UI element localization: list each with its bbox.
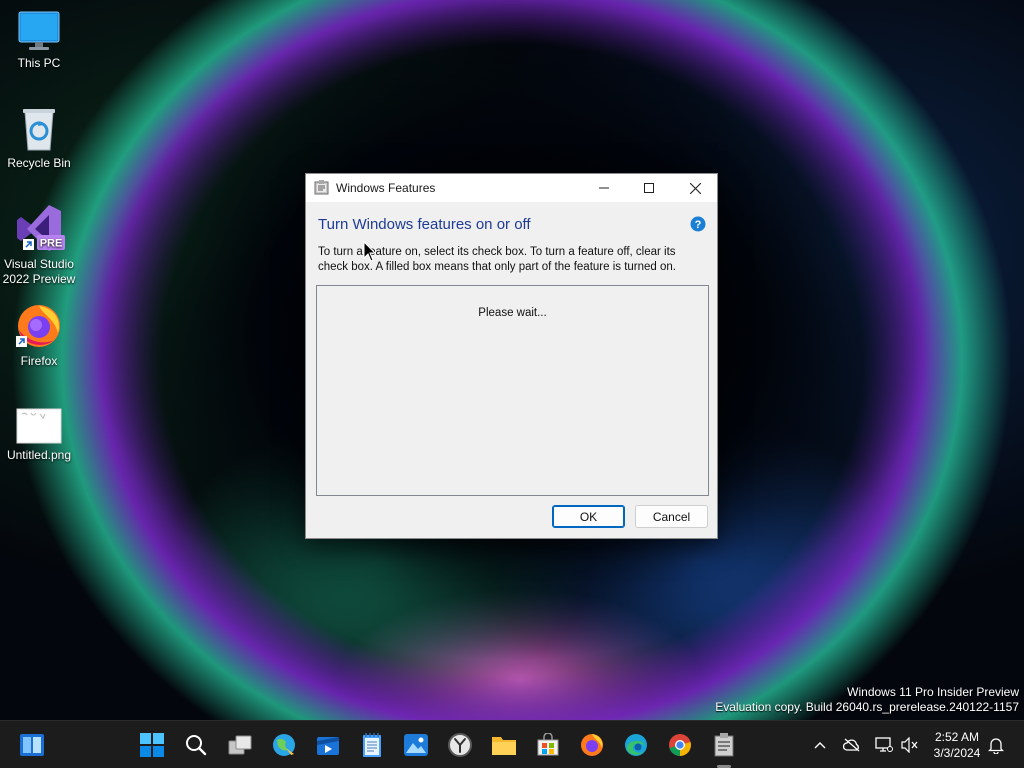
volume-status[interactable]	[900, 735, 920, 755]
dialog-heading: Turn Windows features on or off	[318, 216, 531, 233]
desktop-icon-untitled-png[interactable]: Untitled.png	[0, 408, 78, 463]
network-status[interactable]	[874, 735, 894, 755]
pre-badge: PRE	[40, 238, 63, 250]
taskbar-edge[interactable]	[622, 731, 650, 759]
taskbar-media-app[interactable]	[314, 731, 342, 759]
taskbar-store[interactable]	[534, 731, 562, 759]
ok-button[interactable]: OK	[552, 505, 625, 528]
store-icon	[537, 733, 559, 756]
watermark-line-1: Windows 11 Pro Insider Preview	[847, 685, 1019, 699]
svg-text:?: ?	[695, 219, 702, 231]
volume-muted-icon	[901, 737, 918, 753]
onedrive-status[interactable]	[842, 735, 862, 755]
close-icon	[689, 182, 701, 194]
taskbar-notepad[interactable]	[358, 731, 386, 759]
window-title: Windows Features	[336, 181, 436, 195]
desktop-icon-label: Firefox	[20, 354, 58, 368]
globe-app-icon	[273, 734, 295, 756]
photos-icon	[404, 734, 428, 756]
desktop-icon-visual-studio[interactable]: PRE Visual Studio 2022 Preview	[0, 203, 78, 287]
search-button[interactable]	[182, 731, 210, 759]
clock-time: 2:52 AM	[934, 730, 980, 744]
firefox-icon	[16, 305, 60, 347]
edge-icon	[625, 734, 647, 756]
minimize-button[interactable]	[581, 174, 627, 202]
desktop-icon-this-pc[interactable]: This PC	[0, 10, 78, 71]
help-icon[interactable]: ?	[690, 216, 706, 232]
network-icon	[875, 737, 893, 752]
start-icon	[140, 733, 164, 757]
desktop-icon-label: Visual Studio 2022 Preview	[3, 257, 76, 287]
taskbar-globe-app[interactable]	[270, 731, 298, 759]
taskbar: 2:52 AM 3/3/2024	[0, 720, 1024, 768]
taskbar-photos[interactable]	[402, 731, 430, 759]
windows-features-icon	[714, 733, 734, 757]
title-bar[interactable]: Windows Features	[306, 174, 717, 202]
maximize-icon	[644, 183, 654, 193]
notifications-icon	[988, 738, 1004, 754]
windows-features-dialog: Windows Features Turn Windows features o…	[305, 173, 718, 539]
recycle-bin-icon	[23, 109, 55, 151]
widgets-icon	[20, 734, 44, 756]
monitor-icon	[18, 11, 60, 50]
onedrive-offline-icon	[843, 738, 860, 752]
desktop-icon-label: Recycle Bin	[7, 156, 71, 170]
firefox-icon	[581, 734, 603, 756]
taskbar-firefox[interactable]	[578, 731, 606, 759]
loading-status: Please wait...	[478, 307, 547, 319]
chevron-up-icon	[814, 742, 826, 749]
windows-features-icon	[314, 180, 329, 195]
widgets-button[interactable]	[18, 731, 46, 759]
mouse-cursor-icon	[363, 241, 377, 262]
maximize-button[interactable]	[626, 174, 672, 202]
notepad-icon	[363, 733, 381, 757]
task-view-button[interactable]	[226, 731, 254, 759]
file-explorer-icon	[492, 737, 516, 755]
watermark-line-2: Evaluation copy. Build 26040.rs_prerelea…	[715, 700, 1019, 714]
image-file-icon	[16, 408, 62, 444]
visual-studio-icon: PRE	[17, 205, 65, 251]
desktop-icon-firefox[interactable]: Firefox	[0, 300, 78, 369]
task-view-icon	[228, 735, 252, 755]
label-line-2: 2022 Preview	[2, 272, 76, 286]
taskbar-file-explorer[interactable]	[490, 731, 518, 759]
minimize-icon	[599, 187, 609, 189]
chrome-icon	[669, 734, 691, 756]
search-icon	[186, 735, 207, 756]
taskbar-clock[interactable]: 2:52 AM 3/3/2024	[924, 729, 990, 761]
clock-date: 3/3/2024	[933, 746, 981, 760]
evaluation-watermark: Windows 11 Pro Insider Preview Evaluatio…	[715, 685, 1019, 715]
label-line-1: Visual Studio	[4, 257, 74, 271]
clock-app-icon	[448, 733, 472, 757]
taskbar-clock-app[interactable]	[446, 731, 474, 759]
taskbar-chrome[interactable]	[666, 731, 694, 759]
cancel-button[interactable]: Cancel	[635, 505, 708, 528]
media-app-icon	[317, 737, 339, 755]
taskbar-windows-features[interactable]	[710, 731, 738, 759]
desktop-icon-recycle-bin[interactable]: Recycle Bin	[0, 106, 78, 171]
show-hidden-icons-button[interactable]	[810, 735, 830, 755]
desktop-icon-label: Untitled.png	[6, 448, 72, 462]
start-button[interactable]	[138, 731, 166, 759]
notification-center-button[interactable]	[986, 735, 1006, 755]
close-button[interactable]	[672, 174, 718, 202]
desktop-icon-label: This PC	[17, 56, 61, 70]
features-tree-view[interactable]: Please wait...	[316, 285, 709, 496]
